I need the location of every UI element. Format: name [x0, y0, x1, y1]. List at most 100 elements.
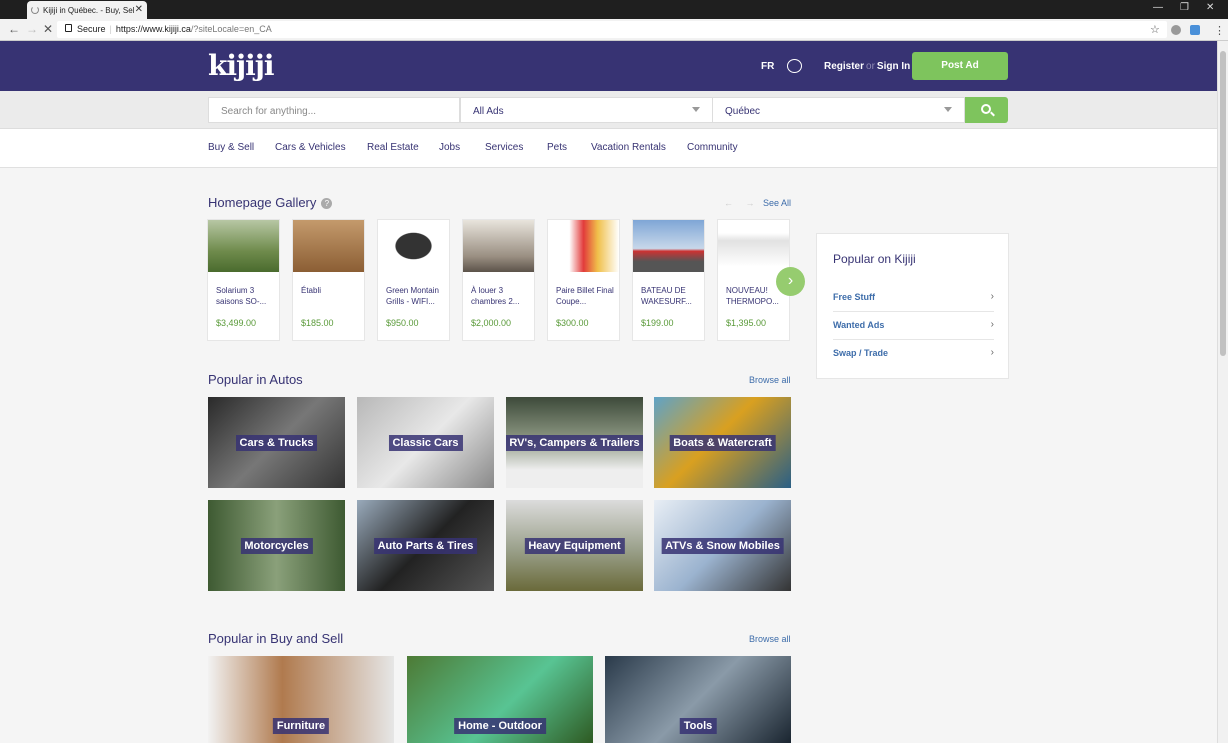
- url-host: https://www.kijiji.ca: [115, 24, 191, 34]
- tile-tools[interactable]: Tools: [605, 656, 791, 743]
- popular-panel-title: Popular on Kijiji: [833, 252, 916, 266]
- listing-price: $950.00: [386, 318, 419, 328]
- post-ad-button[interactable]: Post Ad: [912, 52, 1008, 80]
- url-query: /?siteLocale=en_CA: [190, 24, 272, 34]
- tile-classic-cars[interactable]: Classic Cars: [357, 397, 494, 488]
- listing-price: $185.00: [301, 318, 334, 328]
- tile-rvs-campers[interactable]: RV's, Campers & Trailers: [506, 397, 643, 488]
- tile-cars-trucks[interactable]: Cars & Trucks: [208, 397, 345, 488]
- signin-link[interactable]: Sign In: [877, 61, 910, 72]
- site-header: kijiji FR Register or Sign In Post Ad: [0, 41, 1217, 91]
- restore-icon[interactable]: ❐: [1180, 2, 1189, 13]
- category-select[interactable]: All Ads: [460, 97, 713, 123]
- popular-link-wanted-ads[interactable]: Wanted Ads ›: [833, 312, 994, 340]
- buysell-browse-all[interactable]: Browse all: [749, 634, 791, 644]
- back-icon[interactable]: ←: [8, 22, 20, 36]
- nav-jobs[interactable]: Jobs: [439, 142, 460, 153]
- minimize-icon[interactable]: —: [1153, 2, 1163, 13]
- tile-label: Auto Parts & Tires: [373, 537, 478, 554]
- tile-label: Heavy Equipment: [524, 537, 625, 554]
- see-all-link[interactable]: See All: [763, 198, 791, 208]
- address-bar[interactable]: Secure | https://www.kijiji.ca/?siteLocale…: [57, 21, 1167, 38]
- extension-icon[interactable]: [1190, 25, 1200, 35]
- loading-icon: [31, 6, 39, 14]
- nav-community[interactable]: Community: [687, 142, 738, 153]
- tab-title: Kijiji in Québec. - Buy, Sel: [43, 6, 135, 15]
- forward-icon[interactable]: →: [26, 22, 38, 36]
- gallery-next-button[interactable]: ›: [776, 267, 805, 296]
- popular-link-swap-trade[interactable]: Swap / Trade ›: [833, 340, 994, 368]
- nav-services[interactable]: Services: [485, 142, 523, 153]
- tile-label: Boats & Watercraft: [669, 434, 776, 451]
- location-select[interactable]: Québec: [712, 97, 965, 123]
- tile-label: Furniture: [272, 718, 330, 734]
- tile-label: Cars & Trucks: [235, 434, 318, 451]
- bookmark-star-icon[interactable]: ☆: [1150, 23, 1160, 36]
- chevron-right-icon: ›: [990, 319, 994, 330]
- listing-name: Solarium 3 saisons SO-...: [216, 286, 267, 306]
- search-bar: Search for anything... All Ads Québec: [0, 91, 1217, 129]
- tile-atvs-snowmobiles[interactable]: ATVs & Snow Mobiles: [654, 500, 791, 591]
- kijiji-logo[interactable]: kijiji: [208, 49, 275, 82]
- search-input[interactable]: Search for anything...: [208, 97, 460, 123]
- or-text: or: [866, 61, 875, 72]
- nav-real-estate[interactable]: Real Estate: [367, 142, 419, 153]
- tile-furniture[interactable]: Furniture: [208, 656, 394, 743]
- browser-tab[interactable]: Kijiji in Québec. - Buy, Sel ✕: [27, 1, 147, 19]
- listing-name: Paire Billet Final Coupe...: [556, 286, 614, 306]
- tile-home-outdoor[interactable]: Home - Outdoor: [407, 656, 593, 743]
- listing-image: [633, 220, 704, 272]
- chevron-right-icon: ›: [990, 291, 994, 302]
- listing-image: [463, 220, 534, 272]
- listing-image: [718, 220, 789, 272]
- gallery-title: Homepage Gallery?: [208, 195, 333, 210]
- nav-vacation-rentals[interactable]: Vacation Rentals: [591, 142, 666, 153]
- tile-motorcycles[interactable]: Motorcycles: [208, 500, 345, 591]
- tile-label: Classic Cars: [388, 434, 463, 451]
- buysell-title: Popular in Buy and Sell: [208, 631, 344, 646]
- register-link[interactable]: Register: [824, 61, 864, 72]
- extension-shield-icon[interactable]: [1171, 25, 1181, 35]
- listing-name: NOUVEAU! THERMOPO...: [726, 286, 779, 306]
- tile-label: RV's, Campers & Trailers: [506, 434, 643, 451]
- gallery-card[interactable]: Solarium 3 saisons SO-... $3,499.00: [207, 219, 280, 341]
- chevron-right-icon: ›: [787, 272, 794, 289]
- tile-auto-parts[interactable]: Auto Parts & Tires: [357, 500, 494, 591]
- search-button[interactable]: [965, 97, 1008, 123]
- close-window-icon[interactable]: ✕: [1206, 2, 1214, 13]
- browser-toolbar: ← → ✕ Secure | https://www.kijiji.ca/?site…: [0, 19, 1228, 41]
- listing-name: Établi: [301, 286, 322, 295]
- scrollbar-thumb[interactable]: [1220, 51, 1226, 356]
- close-tab-icon[interactable]: ✕: [135, 4, 143, 15]
- nav-pets[interactable]: Pets: [547, 142, 567, 153]
- tile-heavy-equipment[interactable]: Heavy Equipment: [506, 500, 643, 591]
- category-value: All Ads: [473, 106, 504, 117]
- gallery-card[interactable]: Établi $185.00: [292, 219, 365, 341]
- tile-label: Motorcycles: [240, 537, 313, 554]
- category-nav: Buy & Sell Cars & Vehicles Real Estate J…: [0, 129, 1217, 168]
- language-toggle[interactable]: FR: [761, 61, 774, 72]
- chevron-right-icon: ›: [990, 347, 994, 358]
- nav-cars-vehicles[interactable]: Cars & Vehicles: [275, 142, 346, 153]
- nav-buy-sell[interactable]: Buy & Sell: [208, 142, 254, 153]
- popular-link-free-stuff[interactable]: Free Stuff ›: [833, 284, 994, 312]
- tile-label: Home - Outdoor: [454, 718, 546, 734]
- gallery-card[interactable]: Paire Billet Final Coupe... $300.00: [547, 219, 620, 341]
- listing-image: [548, 220, 619, 272]
- gallery-card[interactable]: À louer 3 chambres 2... $2,000.00: [462, 219, 535, 341]
- autos-browse-all[interactable]: Browse all: [749, 375, 791, 385]
- listing-name: À louer 3 chambres 2...: [471, 286, 520, 306]
- listing-image: [208, 220, 279, 272]
- search-icon: [981, 104, 991, 114]
- page-scrollbar[interactable]: [1217, 41, 1228, 743]
- gallery-card[interactable]: BATEAU DE WAKESURF... $199.00: [632, 219, 705, 341]
- stop-icon[interactable]: ✕: [43, 22, 53, 36]
- chat-icon[interactable]: [787, 59, 802, 73]
- gallery-card[interactable]: Green Montain Grills - WIFI... $950.00: [377, 219, 450, 341]
- autos-title: Popular in Autos: [208, 372, 303, 387]
- help-icon[interactable]: ?: [321, 198, 333, 209]
- tile-boats-watercraft[interactable]: Boats & Watercraft: [654, 397, 791, 488]
- secure-label: Secure: [77, 24, 106, 34]
- menu-icon[interactable]: ⋮: [1214, 24, 1225, 37]
- browser-tab-strip: Kijiji in Québec. - Buy, Sel ✕ — ❐ ✕: [0, 0, 1228, 19]
